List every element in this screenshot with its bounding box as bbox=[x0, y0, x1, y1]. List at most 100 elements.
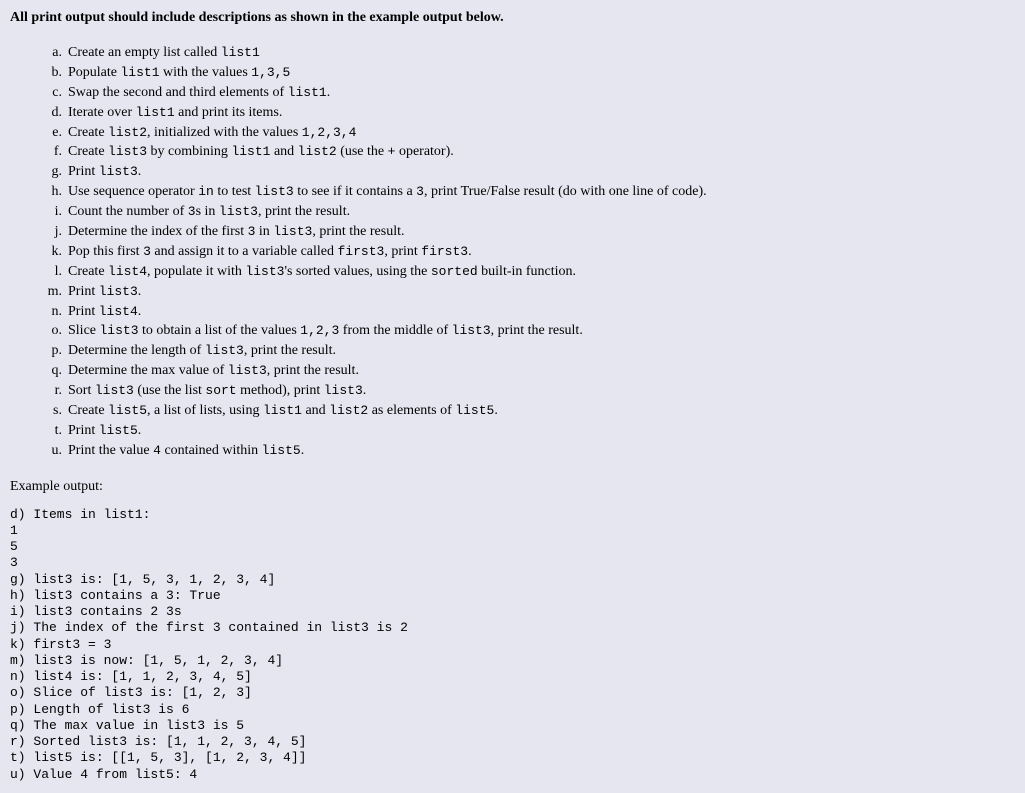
instruction-marker: d. bbox=[42, 104, 62, 123]
text-span: . bbox=[363, 383, 367, 398]
code-span: 3 bbox=[143, 244, 151, 259]
text-span: . bbox=[138, 423, 142, 438]
code-span: 3 bbox=[188, 204, 196, 219]
code-span: list3 bbox=[245, 264, 284, 279]
text-span: (use the list bbox=[134, 383, 206, 398]
code-span: list3 bbox=[255, 184, 294, 199]
instruction-marker: b. bbox=[42, 64, 62, 83]
text-span: . bbox=[327, 85, 331, 100]
instruction-item: q.Determine the max value of list3, prin… bbox=[42, 362, 1015, 381]
instruction-item: k.Pop this first 3 and assign it to a va… bbox=[42, 243, 1015, 262]
text-span: and assign it to a variable called bbox=[151, 244, 338, 259]
text-span: by combining bbox=[147, 144, 231, 159]
output-line: q) The max value in list3 is 5 bbox=[10, 718, 1015, 734]
code-span: list4 bbox=[99, 304, 138, 319]
text-span: s in bbox=[196, 204, 219, 219]
text-span: and bbox=[302, 403, 329, 418]
instruction-text: Iterate over list1 and print its items. bbox=[68, 104, 1015, 123]
output-line: 5 bbox=[10, 539, 1015, 555]
code-span: list3 bbox=[108, 144, 147, 159]
text-span: operator). bbox=[395, 144, 453, 159]
code-span: list1 bbox=[136, 105, 175, 120]
output-line: r) Sorted list3 is: [1, 1, 2, 3, 4, 5] bbox=[10, 734, 1015, 750]
text-span: with the values bbox=[160, 65, 252, 80]
code-span: 1,2,3 bbox=[300, 323, 339, 338]
instruction-item: s.Create list5, a list of lists, using l… bbox=[42, 402, 1015, 421]
text-span: Determine the max value of bbox=[68, 363, 228, 378]
instruction-marker: i. bbox=[42, 203, 62, 222]
instruction-text: Sort list3 (use the list sort method), p… bbox=[68, 382, 1015, 401]
instruction-text: Use sequence operator in to test list3 t… bbox=[68, 183, 1015, 202]
text-span: in bbox=[255, 224, 273, 239]
text-span: to see if it contains a bbox=[294, 184, 416, 199]
code-span: list3 bbox=[99, 164, 138, 179]
text-span: . bbox=[138, 284, 142, 299]
text-span: Pop this first bbox=[68, 244, 143, 259]
instruction-marker: h. bbox=[42, 183, 62, 202]
instruction-marker: n. bbox=[42, 303, 62, 322]
code-span: 1,3,5 bbox=[251, 65, 290, 80]
code-span: list1 bbox=[121, 65, 160, 80]
instruction-marker: a. bbox=[42, 44, 62, 63]
text-span: , print True/False result (do with one l… bbox=[424, 184, 707, 199]
code-span: list4 bbox=[108, 264, 147, 279]
output-line: u) Value 4 from list5: 4 bbox=[10, 767, 1015, 783]
text-span: and print its items. bbox=[175, 105, 283, 120]
code-span: list3 bbox=[324, 383, 363, 398]
text-span: (use the bbox=[337, 144, 388, 159]
text-span: to obtain a list of the values bbox=[139, 323, 301, 338]
instruction-text: Slice list3 to obtain a list of the valu… bbox=[68, 322, 1015, 341]
instruction-text: Swap the second and third elements of li… bbox=[68, 84, 1015, 103]
text-span: . bbox=[301, 443, 305, 458]
instruction-item: p.Determine the length of list3, print t… bbox=[42, 342, 1015, 361]
text-span: Print bbox=[68, 304, 99, 319]
instruction-item: l.Create list4, populate it with list3's… bbox=[42, 263, 1015, 282]
instruction-item: e. Create list2, initialized with the val… bbox=[42, 124, 1015, 143]
instruction-text: Count the number of 3s in list3, print t… bbox=[68, 203, 1015, 222]
instruction-item: c. Swap the second and third elements of … bbox=[42, 84, 1015, 103]
instruction-marker: e. bbox=[42, 124, 62, 143]
text-span: contained within bbox=[161, 443, 262, 458]
text-span: Create bbox=[68, 264, 108, 279]
code-span: list5 bbox=[99, 423, 138, 438]
code-span: sorted bbox=[431, 264, 478, 279]
code-span: list1 bbox=[288, 85, 327, 100]
instruction-text: Create an empty list called list1 bbox=[68, 44, 1015, 63]
instruction-marker: t. bbox=[42, 422, 62, 441]
code-span: list3 bbox=[95, 383, 134, 398]
text-span: method), print bbox=[237, 383, 324, 398]
example-output-block: d) Items in list1:153g) list3 is: [1, 5,… bbox=[10, 507, 1015, 783]
text-span: , print the result. bbox=[258, 204, 350, 219]
instruction-text: Create list5, a list of lists, using lis… bbox=[68, 402, 1015, 421]
instruction-marker: r. bbox=[42, 382, 62, 401]
instruction-marker: q. bbox=[42, 362, 62, 381]
text-span: Print bbox=[68, 284, 99, 299]
output-line: h) list3 contains a 3: True bbox=[10, 588, 1015, 604]
text-span: , print the result. bbox=[312, 224, 404, 239]
code-span: first3 bbox=[421, 244, 468, 259]
instruction-marker: f. bbox=[42, 143, 62, 162]
instruction-item: h. Use sequence operator in to test list3… bbox=[42, 183, 1015, 202]
instruction-list: a.Create an empty list called list1b.Pop… bbox=[42, 44, 1015, 461]
code-span: list5 bbox=[455, 403, 494, 418]
heading: All print output should include descript… bbox=[10, 10, 1015, 26]
instruction-item: b.Populate list1 with the values 1,3,5 bbox=[42, 64, 1015, 83]
text-span: Create bbox=[68, 144, 108, 159]
text-span: , print the result. bbox=[267, 363, 359, 378]
output-line: m) list3 is now: [1, 5, 1, 2, 3, 4] bbox=[10, 653, 1015, 669]
text-span: as elements of bbox=[368, 403, 455, 418]
instruction-text: Create list2, initialized with the value… bbox=[68, 124, 1015, 143]
text-span: , initialized with the values bbox=[147, 125, 302, 140]
text-span: Iterate over bbox=[68, 105, 136, 120]
output-line: i) list3 contains 2 3s bbox=[10, 604, 1015, 620]
code-span: list2 bbox=[329, 403, 368, 418]
code-span: first3 bbox=[338, 244, 385, 259]
instruction-text: Determine the index of the first 3 in li… bbox=[68, 223, 1015, 242]
text-span: Determine the length of bbox=[68, 343, 205, 358]
text-span: Swap the second and third elements of bbox=[68, 85, 288, 100]
code-span: list2 bbox=[298, 144, 337, 159]
instruction-item: d. Iterate over list1 and print its items… bbox=[42, 104, 1015, 123]
code-span: list1 bbox=[231, 144, 270, 159]
instruction-marker: c. bbox=[42, 84, 62, 103]
code-span: list3 bbox=[452, 323, 491, 338]
